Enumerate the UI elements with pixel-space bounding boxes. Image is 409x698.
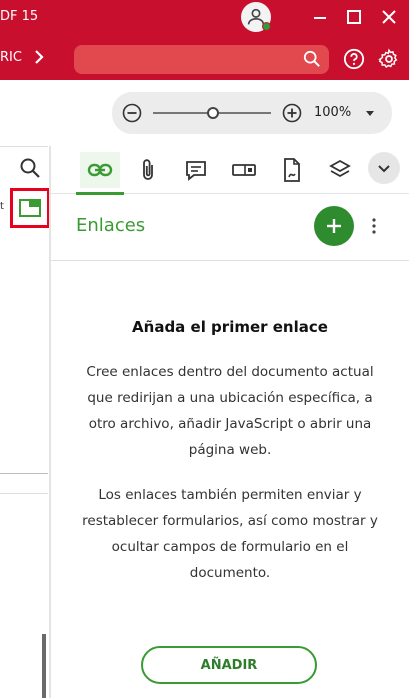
tab-comments[interactable]	[176, 152, 216, 188]
divider	[0, 146, 48, 147]
help-icon	[343, 48, 365, 70]
document-text-fragment: t	[0, 201, 4, 212]
maximize-button[interactable]	[342, 5, 366, 29]
add-link-button[interactable]	[314, 206, 354, 246]
links-panel: Enlaces Añada el primer enlace Cree enla…	[51, 146, 409, 698]
close-icon	[382, 10, 396, 24]
layers-icon	[329, 159, 351, 178]
thumbnail-icon	[19, 199, 41, 217]
add-button[interactable]: AÑADIR	[141, 646, 317, 684]
document-title: DF 15	[0, 9, 39, 24]
close-window-button[interactable]	[377, 5, 401, 29]
more-options-button[interactable]	[367, 215, 381, 237]
search-input[interactable]	[74, 45, 329, 74]
search-icon[interactable]	[19, 157, 41, 179]
document-viewport-strip: t	[0, 146, 48, 698]
zoom-in-icon[interactable]	[282, 103, 302, 123]
help-button[interactable]	[343, 48, 365, 70]
zoom-slider-thumb[interactable]	[207, 107, 219, 119]
minimize-button[interactable]	[308, 5, 332, 29]
tab-signatures[interactable]	[272, 152, 312, 188]
chevron-down-icon	[378, 165, 390, 173]
divider	[0, 473, 48, 474]
more-tabs-button[interactable]	[368, 152, 400, 184]
settings-button[interactable]	[378, 48, 400, 70]
link-icon	[87, 163, 113, 177]
kebab-icon	[372, 218, 376, 234]
comment-icon	[186, 161, 206, 181]
gear-icon	[378, 48, 398, 68]
app-window: DF 15 RIC 100% t Enlaces Añada el primer…	[0, 0, 409, 698]
title-bar: DF 15	[0, 0, 409, 34]
empty-state-description-secondary: Los enlaces también permiten enviar y re…	[82, 487, 378, 581]
zoom-out-icon[interactable]	[122, 103, 142, 123]
chevron-right-icon[interactable]	[31, 49, 47, 65]
empty-state-title: Añada el primer enlace	[132, 318, 328, 336]
form-field-icon	[232, 164, 256, 176]
tab-layers[interactable]	[320, 152, 360, 188]
tab-form-fields[interactable]	[224, 152, 264, 188]
paperclip-icon	[143, 159, 153, 180]
search-icon[interactable]	[303, 50, 321, 68]
user-avatar[interactable]	[241, 2, 271, 32]
empty-state-description: Cree enlaces dentro del documento actual…	[86, 364, 374, 458]
panel-tabs	[51, 146, 409, 195]
tab-attachments[interactable]	[128, 152, 168, 188]
ribbon-tab-label[interactable]: RIC	[0, 50, 22, 65]
zoom-control: 100%	[112, 92, 392, 134]
online-status-dot	[262, 22, 271, 31]
minimize-icon	[314, 17, 326, 19]
caret-down-icon[interactable]	[364, 107, 376, 119]
main-toolbar: RIC	[0, 34, 409, 80]
search-box	[74, 45, 329, 74]
divider	[0, 493, 48, 494]
tab-links[interactable]	[80, 152, 120, 188]
panel-header: Enlaces	[51, 195, 409, 261]
zoom-bar: 100%	[0, 80, 409, 146]
plus-icon	[327, 219, 341, 233]
signature-icon	[284, 158, 300, 182]
zoom-percentage[interactable]: 100%	[314, 105, 351, 120]
maximize-icon	[347, 10, 361, 24]
thumbnails-panel-button[interactable]	[10, 188, 50, 228]
panel-title: Enlaces	[76, 215, 146, 236]
vertical-scrollbar[interactable]	[42, 634, 46, 698]
